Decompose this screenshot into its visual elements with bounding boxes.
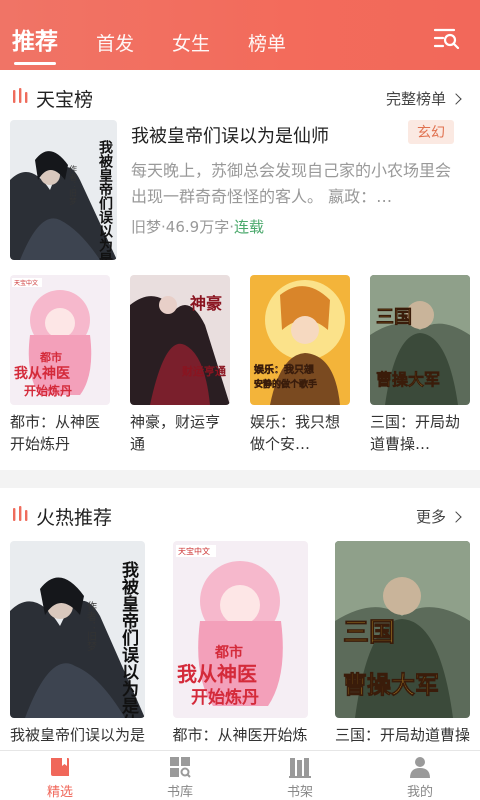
bottom-navigation: 精选 书库 书架 我的: [0, 750, 480, 800]
cover-publisher-badge: 天宝中文: [178, 546, 210, 556]
book-status: 连载: [233, 218, 264, 236]
cover-text-line: 我从神医: [177, 662, 257, 686]
bookshelf-icon: [288, 756, 312, 778]
nav-bookshelf[interactable]: 书架: [240, 751, 360, 800]
book-cover: 三国 曹操大军: [370, 275, 470, 405]
ranking-section-header: 天宝榜 完整榜单: [12, 86, 462, 111]
featured-book-description: 每天晚上，苏御总会发现自己家的小农场里会出现一群奇奇怪怪的客人。 嬴政：…: [131, 161, 451, 206]
full-ranking-label: 完整榜单: [385, 90, 446, 108]
book-author: 旧梦: [131, 218, 162, 236]
cover-text-line: 三国: [376, 307, 412, 328]
book-title: 三国：开局劫道曹操…: [370, 413, 461, 453]
book-title: 我被皇帝们误以为是仙师: [10, 726, 145, 744]
nav-bookshelf-label: 书架: [286, 785, 313, 800]
cover-text-line: 开始炼丹: [191, 687, 259, 708]
filter-search-icon[interactable]: [433, 27, 460, 50]
cover-text-line: 开始炼丹: [24, 383, 72, 398]
book-card[interactable]: 娱乐：我只想 安静的做个歌手 娱乐：我只想做个安…: [250, 275, 350, 455]
ranking-fire-icon: [12, 87, 30, 109]
cover-publisher-badge: 天宝中文: [14, 279, 38, 287]
cover-text-line: 财运亨通: [181, 364, 226, 378]
book-title: 娱乐：我只想做个安…: [250, 413, 341, 453]
book-word-count: 46.9万字: [165, 218, 230, 236]
cover-text-line: 我被皇帝们误以为是仙师: [118, 561, 139, 718]
featured-book[interactable]: 我被皇帝们误以为是仙师 作者：旧梦 我被皇帝们误以为是仙师 玄幻 每天晚上，苏御…: [10, 120, 470, 260]
book-cover: 三国 曹操大军: [335, 541, 470, 718]
chevron-right-icon: [450, 510, 462, 523]
library-icon: [168, 756, 192, 778]
featured-icon: [48, 756, 72, 778]
cover-text-line: 娱乐：我只想: [254, 363, 314, 376]
cover-text-line: 我从神医: [14, 365, 70, 382]
hot-fire-icon: [12, 505, 30, 527]
cover-text-line: 都市: [39, 350, 62, 364]
chevron-right-icon: [450, 92, 462, 105]
book-cover: 天宝中文 都市 我从神医 开始炼丹: [10, 275, 110, 405]
book-card[interactable]: 三国 曹操大军 三国：开局劫道曹操大军: [335, 541, 470, 746]
featured-book-meta: 旧梦·46.9万字·连载: [131, 216, 264, 237]
featured-book-title: 我被皇帝们误以为是仙师: [131, 126, 329, 147]
tab-premiere[interactable]: 首发: [96, 29, 134, 56]
nav-library[interactable]: 书库: [120, 751, 240, 800]
nav-profile[interactable]: 我的: [360, 751, 480, 800]
nav-library-label: 书库: [166, 785, 193, 800]
cover-text-line: 曹操大军: [376, 370, 440, 389]
cover-text-line: 曹操大军: [343, 671, 439, 699]
full-ranking-link[interactable]: 完整榜单: [385, 88, 462, 109]
hot-section-header: 火热推荐 更多: [12, 504, 462, 529]
cover-text-line: 作者：旧梦: [85, 601, 97, 652]
nav-profile-label: 我的: [406, 785, 433, 800]
more-link[interactable]: 更多: [415, 506, 462, 527]
more-label: 更多: [415, 508, 446, 526]
hot-book-grid: 我被皇帝们误以为是仙师 作者：旧梦 我被皇帝们误以为是仙师 天宝中文 都市 我从…: [10, 541, 470, 746]
featured-cover-title: 我被皇帝们误以为是仙师: [97, 140, 113, 260]
genre-tag: 玄幻: [408, 120, 454, 144]
nav-featured[interactable]: 精选: [0, 751, 120, 800]
book-title: 神豪，财运亨通: [130, 413, 221, 453]
featured-book-cover: 我被皇帝们误以为是仙师 作者：旧梦: [10, 120, 117, 260]
tab-recommend[interactable]: 推荐: [12, 22, 58, 65]
book-card[interactable]: 天宝中文 都市 我从神医 开始炼丹 都市：从神医开始炼丹: [172, 541, 308, 746]
book-title: 三国：开局劫道曹操大军: [335, 726, 470, 744]
book-title: 都市：从神医开始炼丹: [10, 413, 101, 453]
ranking-section: 天宝榜 完整榜单 我被皇帝们误以为是仙师 作者：旧梦 我被皇帝们误以为是仙师 玄…: [0, 70, 480, 470]
book-card[interactable]: 神豪 财运亨通 神豪，财运亨通: [130, 275, 230, 455]
cover-text-line: 神豪: [190, 294, 222, 313]
book-card[interactable]: 我被皇帝们误以为是仙师 作者：旧梦 我被皇帝们误以为是仙师: [10, 541, 145, 746]
book-card[interactable]: 天宝中文 都市 我从神医 开始炼丹 都市：从神医开始炼丹: [10, 275, 110, 455]
hot-section-title: 火热推荐: [36, 506, 113, 529]
tab-rankings[interactable]: 榜单: [248, 29, 286, 56]
featured-cover-author: 作者：旧梦: [69, 164, 78, 206]
hot-section: 火热推荐 更多 我被皇帝们误以为是仙师 作者：旧梦 我被皇帝们误以为是仙师: [0, 488, 480, 750]
nav-featured-label: 精选: [46, 785, 73, 800]
cover-text-line: 都市: [214, 644, 243, 661]
book-cover: 我被皇帝们误以为是仙师 作者：旧梦: [10, 541, 145, 718]
channel-tabs: 推荐 首发 女生 榜单: [12, 22, 324, 65]
cover-text-line: 安静的做个歌手: [254, 378, 317, 390]
cover-text-line: 三国: [343, 618, 395, 648]
ranking-section-title: 天宝榜: [36, 88, 94, 111]
book-card[interactable]: 三国 曹操大军 三国：开局劫道曹操…: [370, 275, 470, 455]
book-cover: 天宝中文 都市 我从神医 开始炼丹: [172, 541, 308, 718]
book-title: 都市：从神医开始炼丹: [172, 726, 308, 744]
top-header: 推荐 首发 女生 榜单: [0, 0, 480, 70]
book-cover: 神豪 财运亨通: [130, 275, 230, 405]
profile-icon: [408, 756, 432, 778]
ranking-book-grid: 天宝中文 都市 我从神医 开始炼丹 都市：从神医开始炼丹 神豪 财运亨通 神豪，…: [10, 275, 470, 455]
tab-female[interactable]: 女生: [172, 29, 210, 56]
book-cover: 娱乐：我只想 安静的做个歌手: [250, 275, 350, 405]
